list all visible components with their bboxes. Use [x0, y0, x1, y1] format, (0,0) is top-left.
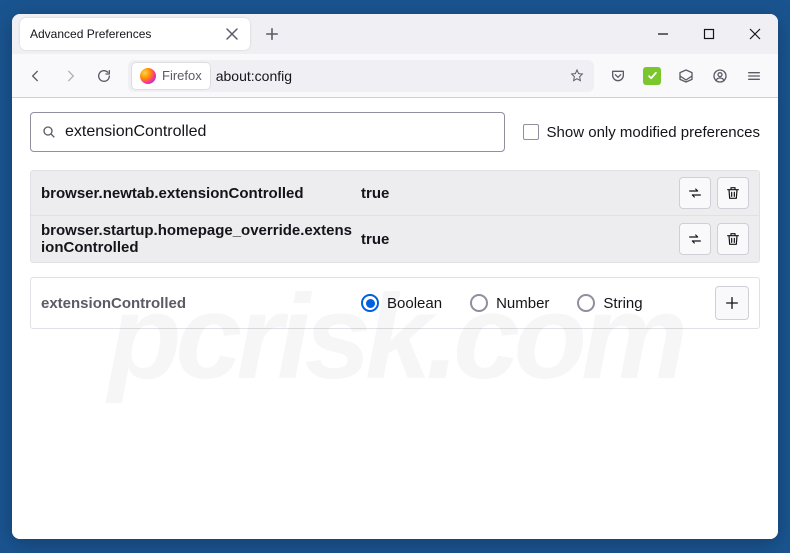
extension-icon[interactable]	[636, 60, 668, 92]
identity-label: Firefox	[162, 68, 202, 83]
close-tab-icon[interactable]	[224, 26, 240, 42]
toggle-button[interactable]	[679, 223, 711, 255]
tab-advanced-preferences[interactable]: Advanced Preferences	[20, 18, 250, 50]
pref-row: browser.startup.homepage_override.extens…	[31, 216, 759, 262]
checkbox-label: Show only modified preferences	[547, 124, 760, 141]
about-config-content: Show only modified preferences browser.n…	[12, 98, 778, 539]
radio-label: String	[603, 295, 642, 312]
window-controls	[640, 14, 778, 54]
search-row: Show only modified preferences	[30, 112, 760, 152]
tab-title: Advanced Preferences	[30, 27, 224, 41]
radio-number[interactable]: Number	[470, 294, 549, 312]
pref-table: browser.newtab.extensionControlled true …	[30, 170, 760, 263]
minimize-button[interactable]	[640, 14, 686, 54]
search-box[interactable]	[30, 112, 505, 152]
maximize-button[interactable]	[686, 14, 732, 54]
radio-boolean[interactable]: Boolean	[361, 294, 442, 312]
type-radios: Boolean Number String	[361, 294, 715, 312]
navigation-toolbar: Firefox about:config	[12, 54, 778, 98]
inbox-icon[interactable]	[670, 60, 702, 92]
radio-label: Boolean	[387, 295, 442, 312]
add-button[interactable]	[715, 286, 749, 320]
forward-button[interactable]	[54, 60, 86, 92]
pref-row: browser.newtab.extensionControlled true	[31, 171, 759, 216]
account-icon[interactable]	[704, 60, 736, 92]
search-icon	[41, 124, 57, 140]
tab-bar: Advanced Preferences	[12, 14, 778, 54]
pref-name: browser.startup.homepage_override.extens…	[41, 222, 361, 256]
checkbox-icon	[523, 124, 539, 140]
firefox-logo-icon	[140, 68, 156, 84]
search-input[interactable]	[65, 123, 494, 141]
pref-actions	[679, 177, 749, 209]
pref-value: true	[361, 231, 679, 248]
pocket-icon[interactable]	[602, 60, 634, 92]
show-modified-checkbox[interactable]: Show only modified preferences	[523, 124, 760, 141]
radio-icon	[577, 294, 595, 312]
radio-icon	[361, 294, 379, 312]
add-pref-name: extensionControlled	[41, 295, 361, 312]
bookmark-star-icon[interactable]	[564, 63, 590, 89]
close-window-button[interactable]	[732, 14, 778, 54]
delete-button[interactable]	[717, 223, 749, 255]
radio-string[interactable]: String	[577, 294, 642, 312]
browser-window: Advanced Preferences	[12, 14, 778, 539]
radio-icon	[470, 294, 488, 312]
add-pref-row: extensionControlled Boolean Number Strin…	[30, 277, 760, 329]
menu-button[interactable]	[738, 60, 770, 92]
delete-button[interactable]	[717, 177, 749, 209]
pref-name: browser.newtab.extensionControlled	[41, 185, 361, 202]
url-bar[interactable]: Firefox about:config	[128, 60, 594, 92]
pref-actions	[679, 223, 749, 255]
back-button[interactable]	[20, 60, 52, 92]
new-tab-button[interactable]	[258, 20, 286, 48]
toggle-button[interactable]	[679, 177, 711, 209]
radio-label: Number	[496, 295, 549, 312]
reload-button[interactable]	[88, 60, 120, 92]
url-text: about:config	[216, 68, 558, 84]
pref-value: true	[361, 185, 679, 202]
identity-box[interactable]: Firefox	[132, 63, 210, 89]
